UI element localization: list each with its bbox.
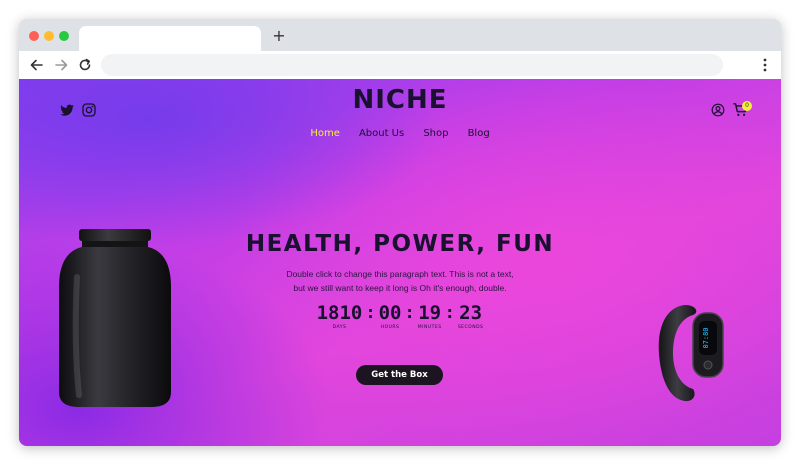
user-icon[interactable]	[711, 103, 725, 117]
close-window-button[interactable]	[29, 31, 39, 41]
address-bar[interactable]	[101, 54, 723, 76]
countdown-separator: :	[404, 303, 415, 323]
countdown-seconds-label: Seconds	[457, 325, 484, 330]
fitness-band-image: 07:80	[658, 305, 724, 402]
hero-paragraph-line-1: Double click to change this paragraph te…	[286, 269, 514, 279]
countdown-seconds-value: 23	[459, 302, 483, 324]
countdown-days: 1810 Days	[317, 303, 363, 330]
page-viewport: NICHE Home About Us Shop Blog 0 HEALTH, …	[19, 79, 781, 446]
countdown-hours: 00 Hours	[379, 303, 402, 330]
tab-bar: +	[19, 19, 781, 52]
reload-icon[interactable]	[76, 56, 94, 74]
countdown-minutes-label: Minutes	[417, 325, 442, 330]
browser-window: + NICHE Home About Us Shop Blog 0 HEALTH…	[19, 19, 781, 446]
maximize-window-button[interactable]	[59, 31, 69, 41]
main-nav: Home About Us Shop Blog	[19, 121, 781, 140]
nav-item-home[interactable]: Home	[310, 128, 340, 139]
browser-toolbar	[19, 51, 781, 79]
countdown-minutes-value: 19	[418, 302, 442, 324]
countdown-separator: :	[365, 303, 376, 323]
minimize-window-button[interactable]	[44, 31, 54, 41]
countdown-separator: :	[444, 303, 455, 323]
cart-count-badge: 0	[742, 101, 752, 111]
get-the-box-button[interactable]: Get the Box	[356, 365, 443, 385]
countdown-days-value: 1810	[316, 302, 363, 324]
site-logo[interactable]: NICHE	[19, 85, 781, 115]
countdown-days-label: Days	[332, 325, 347, 330]
hero-paragraph: Double click to change this paragraph te…	[250, 267, 550, 295]
hero-paragraph-line-2: but we still want to keep it long is Oh …	[293, 283, 507, 293]
countdown-hours-label: Hours	[380, 325, 400, 330]
arrow-left-icon[interactable]	[28, 56, 46, 74]
hero-title: HEALTH, POWER, FUN	[245, 231, 555, 257]
new-tab-button[interactable]: +	[271, 28, 287, 44]
countdown-hours-value: 00	[378, 302, 402, 324]
active-tab[interactable]	[79, 26, 261, 52]
fitness-band-screen-text: 07:80	[702, 327, 710, 348]
nav-item-shop[interactable]: Shop	[423, 128, 448, 139]
countdown-minutes: 19 Minutes	[418, 303, 442, 330]
nav-item-about-us[interactable]: About Us	[359, 128, 404, 139]
arrow-right-icon[interactable]	[52, 56, 70, 74]
nav-item-blog[interactable]: Blog	[468, 128, 490, 139]
countdown-seconds: 23 Seconds	[458, 303, 484, 330]
kebab-menu-icon[interactable]	[756, 56, 774, 74]
